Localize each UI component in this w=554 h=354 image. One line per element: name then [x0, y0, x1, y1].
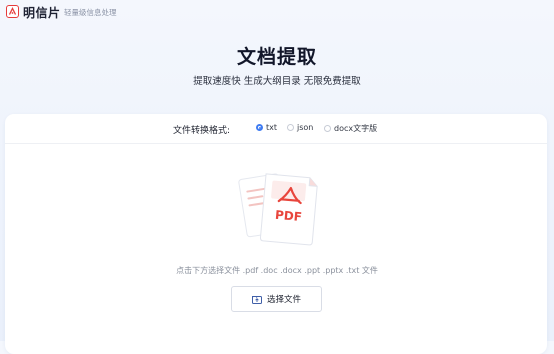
brand-logo-icon[interactable]: [6, 5, 19, 18]
format-label: 文件转换格式:: [173, 126, 231, 136]
brand-tagline: 轻量级信息处理: [64, 8, 117, 17]
format-selector: 文件转换格式: txt json docx文字版: [5, 114, 547, 144]
format-option-label: json: [297, 123, 314, 132]
format-option-label: docx文字版: [334, 124, 378, 133]
page-subtitle: 提取速度快 生成大纲目录 无限免费提取: [193, 76, 361, 87]
page-title: 文档提取: [236, 46, 317, 68]
folder-upload-icon: [251, 295, 262, 304]
format-option-label: txt: [266, 123, 278, 132]
select-file-button[interactable]: 选择文件: [231, 286, 322, 312]
brand-name[interactable]: 明信片: [23, 4, 61, 21]
format-option-docx[interactable]: docx文字版: [324, 123, 377, 134]
top-bar: 明信片 轻量级信息处理: [0, 0, 554, 24]
select-file-label: 选择文件: [266, 295, 301, 305]
format-option-json[interactable]: json: [287, 123, 313, 132]
radio-unselected-icon[interactable]: [324, 125, 331, 132]
format-option-txt[interactable]: txt: [256, 123, 277, 132]
radio-unselected-icon[interactable]: [287, 124, 294, 131]
radio-selected-icon[interactable]: [256, 124, 263, 131]
upload-hint: 点击下方选择文件 .pdf .doc .docx .ppt .pptx .txt…: [176, 266, 378, 275]
pdf-label: PDF: [274, 208, 302, 224]
pdf-file-icon: PDF: [238, 173, 318, 246]
